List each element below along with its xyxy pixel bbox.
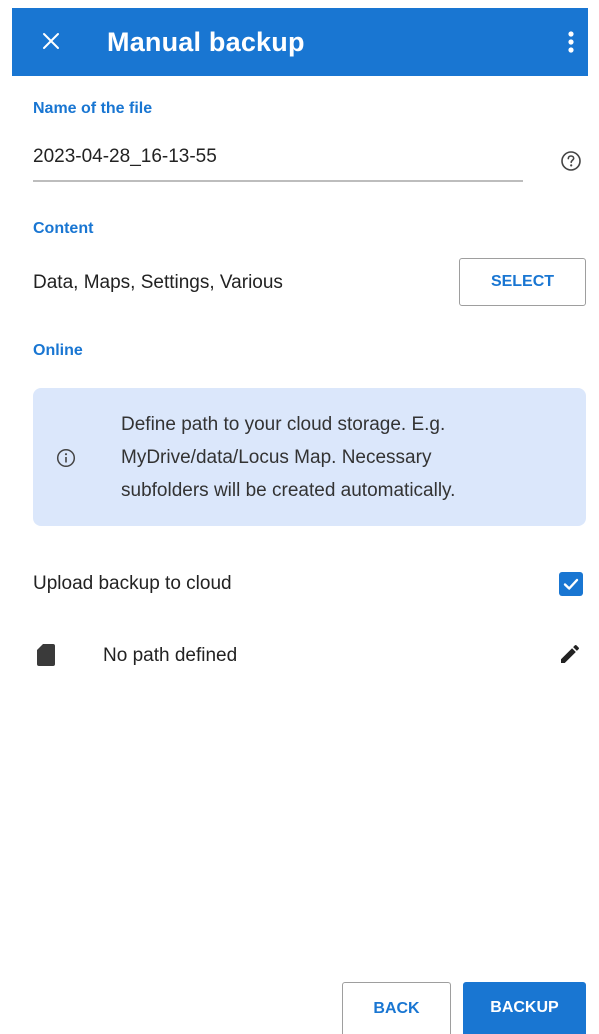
filename-field[interactable]: 2023-04-28_16-13-55 xyxy=(33,146,523,168)
filename-section-label: Name of the file xyxy=(33,100,153,117)
info-line: subfolders will be created automatically… xyxy=(121,480,456,501)
close-icon[interactable] xyxy=(38,28,64,54)
content-value: Data, Maps, Settings, Various xyxy=(33,272,283,293)
info-line: MyDrive/data/Locus Map. Necessary xyxy=(121,447,432,468)
content-section-label: Content xyxy=(33,220,94,237)
filename-underline xyxy=(33,180,523,182)
backup-button[interactable]: BACKUP xyxy=(463,982,586,1034)
edit-icon[interactable] xyxy=(558,642,582,666)
page-title: Manual backup xyxy=(107,27,305,57)
online-section-label: Online xyxy=(33,342,83,359)
info-line: Define path to your cloud storage. E.g. xyxy=(121,414,446,435)
select-button[interactable]: SELECT xyxy=(459,258,586,306)
info-text: Define path to your cloud storage. E.g. … xyxy=(121,408,561,507)
info-box: Define path to your cloud storage. E.g. … xyxy=(33,388,586,526)
app-bar: Manual backup xyxy=(12,8,588,76)
back-button[interactable]: BACK xyxy=(342,982,451,1034)
help-icon[interactable] xyxy=(560,150,582,172)
info-icon xyxy=(56,448,76,468)
more-vert-icon[interactable] xyxy=(562,28,580,56)
upload-to-cloud-checkbox[interactable] xyxy=(559,572,583,596)
upload-to-cloud-label: Upload backup to cloud xyxy=(33,573,232,594)
path-label: No path defined xyxy=(103,645,238,666)
sd-card-icon xyxy=(36,643,56,667)
